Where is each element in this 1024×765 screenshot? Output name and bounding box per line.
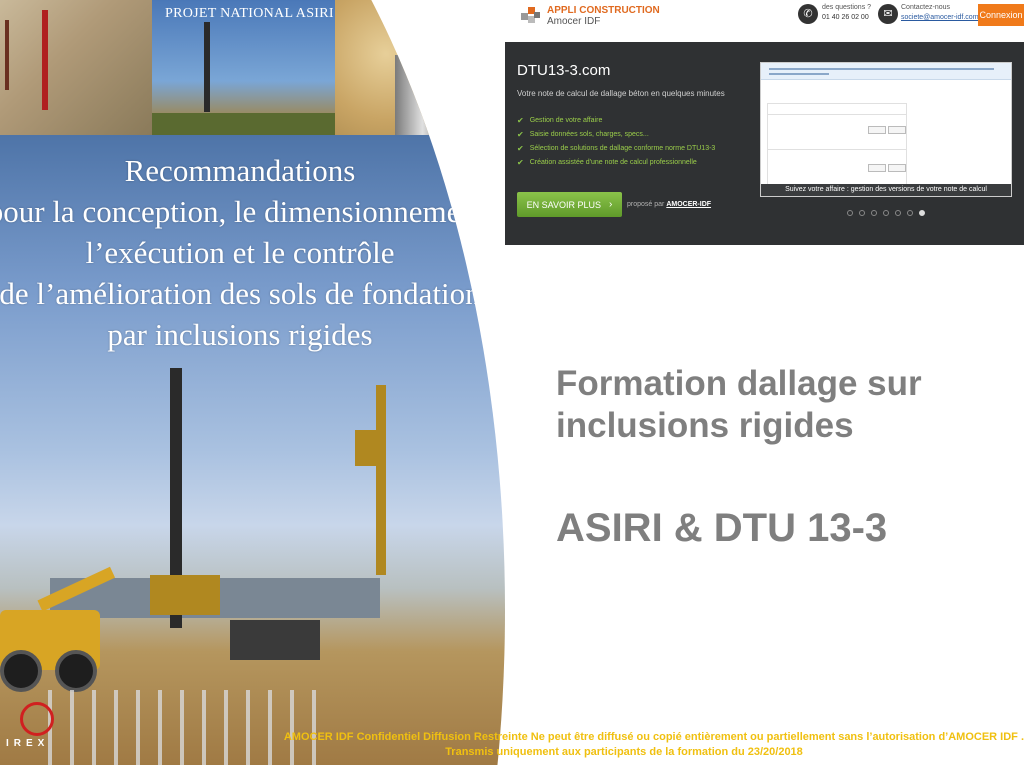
- carousel-dot[interactable]: [859, 210, 865, 216]
- thumb-text-line: [769, 73, 829, 75]
- learn-more-label: EN SAVOIR PLUS: [526, 199, 601, 210]
- website-header: APPLI CONSTRUCTION Amocer IDF ✆ des ques…: [505, 0, 1024, 43]
- thumb-row-line: [768, 114, 906, 115]
- dtu-banner: DTU13-3.com Votre note de calcul de dall…: [505, 42, 1024, 245]
- check-icon: ✔: [517, 116, 524, 125]
- phone-icon: ✆: [798, 4, 818, 24]
- ground-shape: [152, 113, 335, 135]
- drill-rig-shape: [5, 20, 9, 90]
- carousel-dot[interactable]: [907, 210, 913, 216]
- check-icon: ✔: [517, 130, 524, 139]
- carousel-dots: [847, 210, 925, 216]
- amocer-logo-icon[interactable]: [519, 4, 541, 26]
- feature-item: ✔ Saisie données sols, charges, specs...: [517, 128, 715, 142]
- drill-cabin-shape: [150, 575, 220, 615]
- thumb-button: [888, 164, 906, 172]
- irex-logo-icon: [20, 702, 54, 736]
- carousel-dot[interactable]: [883, 210, 889, 216]
- irex-logo: IREX: [6, 702, 68, 760]
- drill-head-shape: [355, 430, 383, 466]
- feature-label: Sélection de solutions de dallage confor…: [529, 145, 716, 152]
- cover-caption: PROJET NATIONAL ASIRI: [165, 6, 334, 21]
- confidential-notice: AMOCER IDF Confidentiel Diffusion Restre…: [283, 731, 1024, 743]
- phone-number: 01 40 26 02 00: [822, 14, 869, 21]
- thumb-button: [868, 126, 886, 134]
- phone-label: des questions ?: [822, 4, 872, 11]
- brand-name[interactable]: APPLI CONSTRUCTION: [547, 5, 660, 16]
- training-subtitle: ASIRI & DTU 13-3: [556, 506, 888, 550]
- carousel-dot[interactable]: [871, 210, 877, 216]
- feature-list: ✔ Gestion de votre affaire ✔ Saisie donnée…: [517, 114, 715, 170]
- feature-item: ✔ Gestion de votre affaire: [517, 114, 715, 128]
- mail-icon: ✉: [878, 4, 898, 24]
- feature-label: Création assistée d'une note de calcul p…: [529, 159, 697, 166]
- inclusion-column-shape: [395, 55, 450, 135]
- proposed-by: proposé par AMOCER-IDF: [627, 201, 711, 208]
- feature-item: ✔ Création assistée d'une note de calcul …: [517, 156, 715, 170]
- thumb-caption: Suivez votre affaire : gestion des versi…: [761, 184, 1011, 196]
- banner-title: DTU13-3.com: [517, 62, 611, 79]
- banner-subtitle: Votre note de calcul de dallage béton en…: [517, 89, 725, 98]
- drilling-site-photo: [0, 0, 152, 135]
- proposed-by-link[interactable]: AMOCER-IDF: [666, 201, 711, 208]
- distribution-notice: Transmis uniquement aux participants de …: [445, 746, 803, 758]
- thumb-row-line: [768, 149, 906, 150]
- feature-item: ✔ Sélection de solutions de dallage confo…: [517, 142, 715, 156]
- thumb-button: [868, 164, 886, 172]
- thumb-notice-bar: [761, 63, 1011, 80]
- cover-title: Recommandations pour la conception, le d…: [0, 153, 493, 352]
- contact-email-link[interactable]: societe@amocer-idf.com: [901, 14, 979, 21]
- wheel-shape: [55, 650, 97, 692]
- wheel-shape: [0, 650, 42, 692]
- drill-mast-shape: [204, 22, 210, 112]
- carousel-dot[interactable]: [895, 210, 901, 216]
- brand-subname[interactable]: Amocer IDF: [547, 16, 600, 27]
- training-title: Formation dallage sur inclusions rigides: [556, 364, 922, 445]
- drill-rig-shape: [42, 10, 48, 110]
- feature-label: Saisie données sols, charges, specs...: [529, 131, 649, 138]
- soil-column-photo: [335, 0, 505, 135]
- feature-label: Gestion de votre affaire: [529, 117, 603, 124]
- irex-logo-text: IREX: [6, 738, 50, 749]
- check-icon: ✔: [517, 144, 524, 153]
- thumb-table: [767, 103, 907, 190]
- drill-mast-shape: [376, 385, 386, 575]
- check-icon: ✔: [517, 158, 524, 167]
- proposed-by-prefix: proposé par: [627, 201, 665, 208]
- chevron-right-icon: ›: [609, 199, 613, 210]
- excavator-shape: [230, 620, 320, 660]
- login-button[interactable]: Connexion: [978, 4, 1024, 26]
- learn-more-button[interactable]: EN SAVOIR PLUS ›: [517, 192, 622, 217]
- thumb-button: [888, 126, 906, 134]
- carousel-dot[interactable]: [919, 210, 925, 216]
- app-screenshot-thumbnail[interactable]: Suivez votre affaire : gestion des versi…: [760, 62, 1012, 197]
- thumb-text-line: [769, 68, 994, 70]
- contact-label: Contactez-nous: [901, 4, 951, 11]
- carousel-dot[interactable]: [847, 210, 853, 216]
